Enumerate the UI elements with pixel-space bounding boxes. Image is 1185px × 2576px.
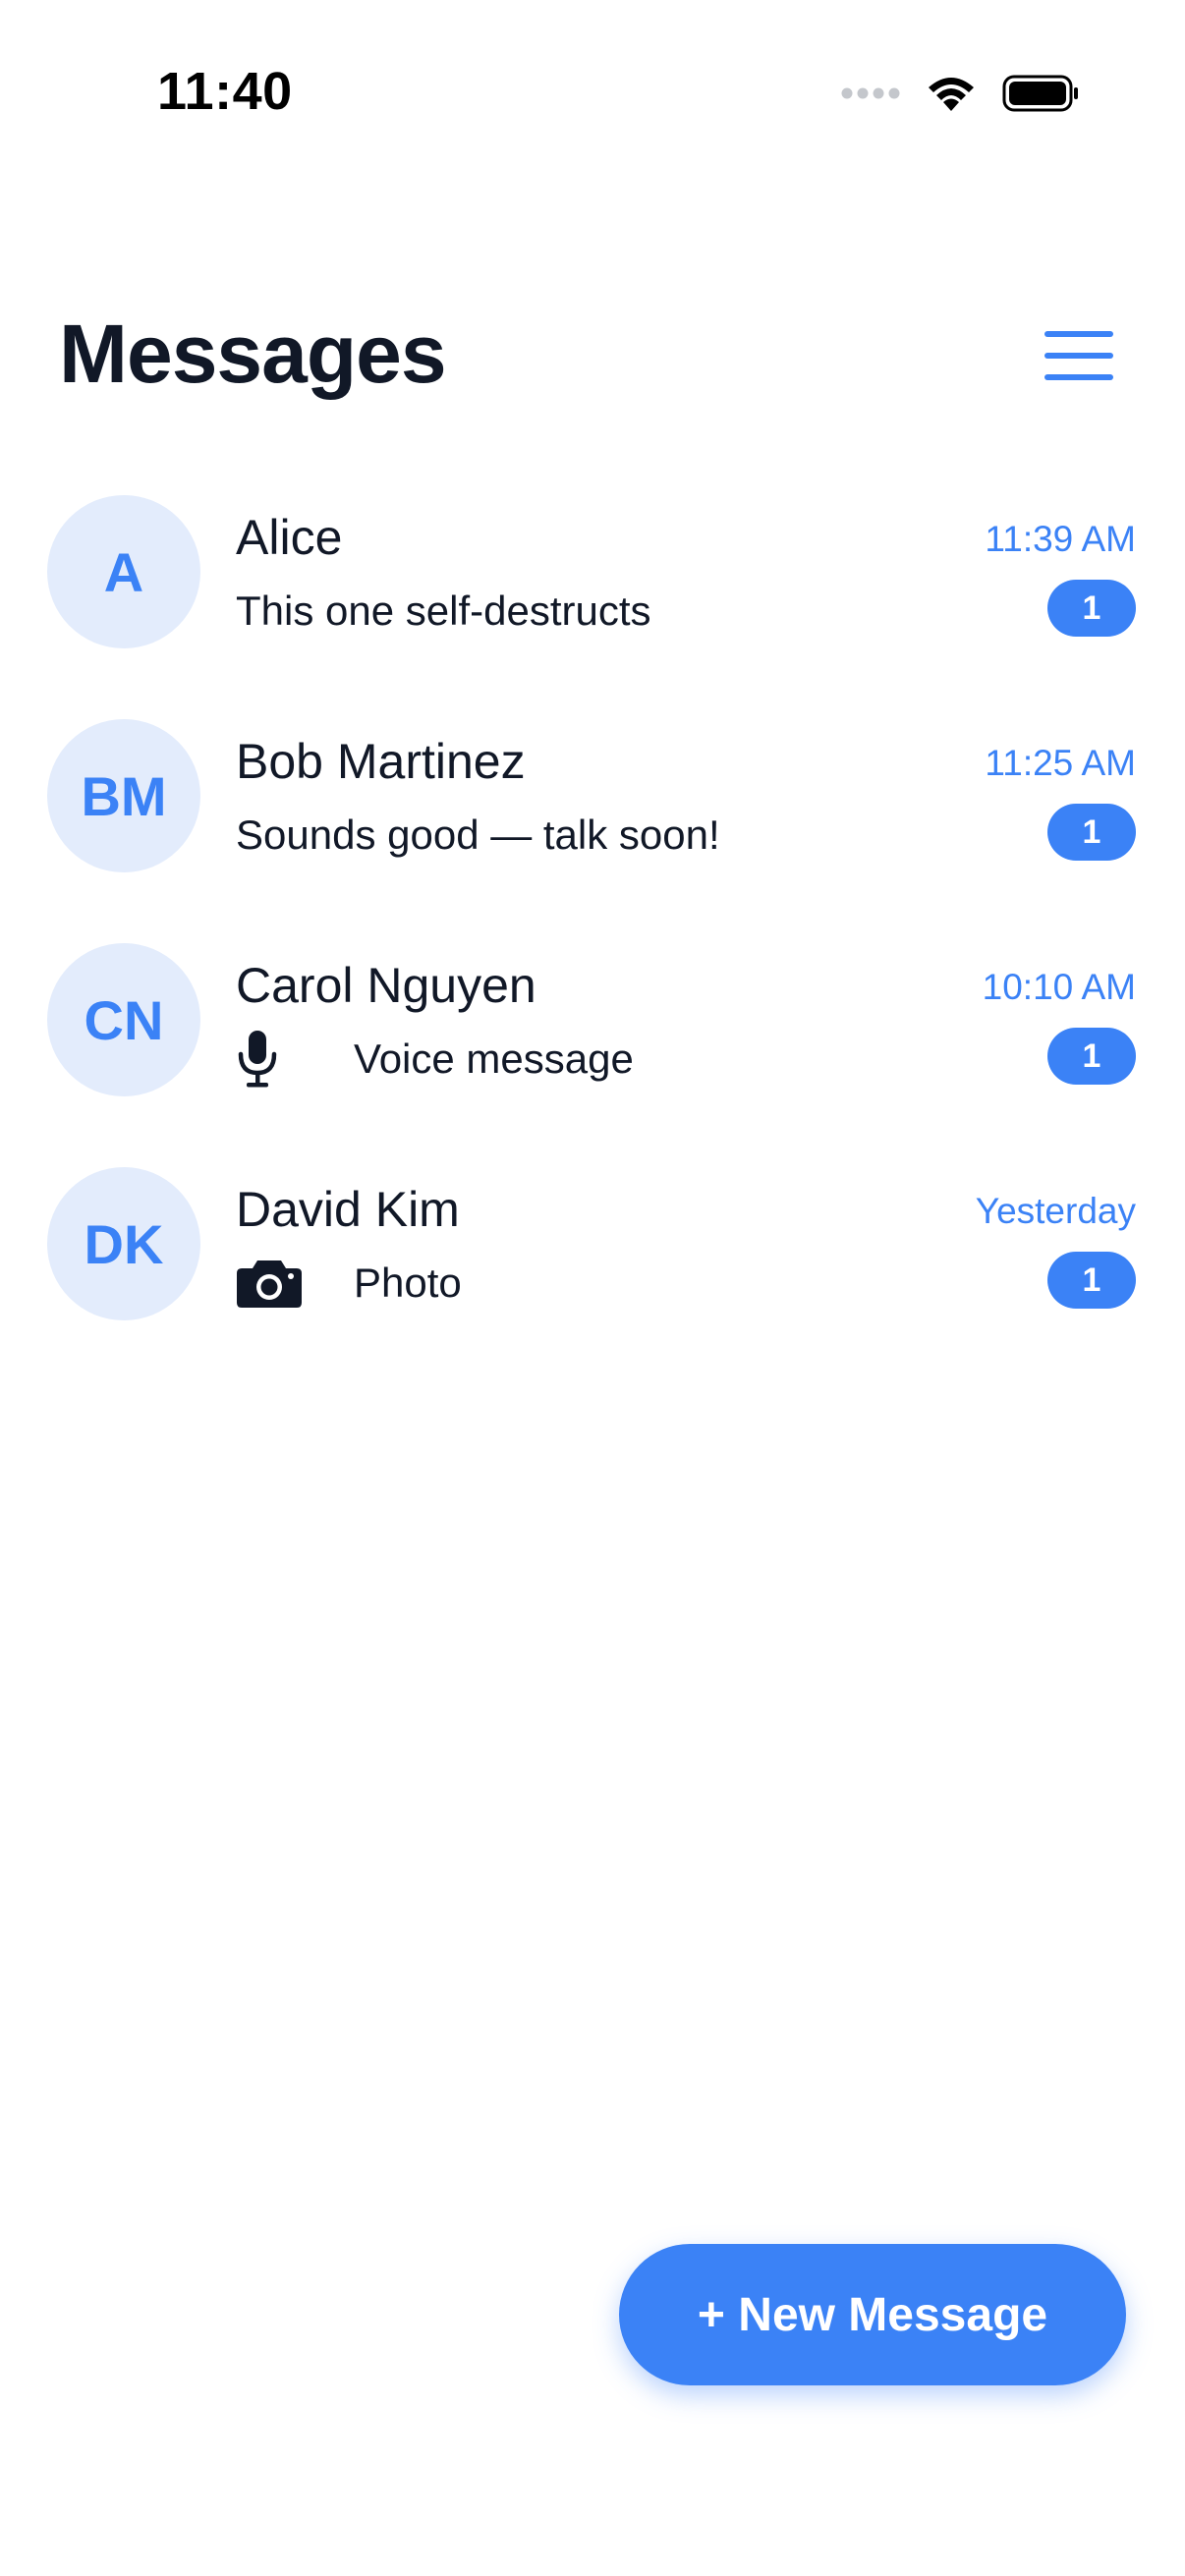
new-message-button[interactable]: + New Message xyxy=(619,2244,1126,2385)
avatar-initials: A xyxy=(103,540,144,603)
timestamp: 11:25 AM xyxy=(985,743,1136,783)
avatar: DK xyxy=(47,1167,200,1320)
conversation-row[interactable]: CN Carol Nguyen Voice message 10:10 AM 1 xyxy=(0,931,1185,1155)
avatar-initials: CN xyxy=(84,988,164,1051)
message-preview: Sounds good — talk soon! xyxy=(236,806,720,865)
contact-name: Bob Martinez xyxy=(236,734,526,789)
battery-icon xyxy=(1002,74,1081,118)
menu-button[interactable] xyxy=(1032,318,1126,397)
contact-name: Alice xyxy=(236,510,343,565)
timestamp: 11:39 AM xyxy=(985,519,1136,559)
hamburger-menu-icon xyxy=(1043,329,1115,387)
signal-dots-icon xyxy=(841,86,900,105)
unread-badge: 1 xyxy=(1047,580,1136,637)
conversation-row[interactable]: A Alice This one self-destructs 11:39 AM… xyxy=(0,483,1185,707)
preview-text: Photo xyxy=(354,1260,462,1306)
contact-name: David Kim xyxy=(236,1182,460,1237)
message-preview: This one self-destructs xyxy=(236,582,651,641)
unread-badge: 1 xyxy=(1047,804,1136,861)
status-bar: 11:40 xyxy=(0,0,1185,196)
conversation-row[interactable]: DK David Kim Photo Yesterday 1 xyxy=(0,1155,1185,1379)
avatar: CN xyxy=(47,943,200,1096)
status-icons xyxy=(841,71,1081,120)
conversation-row[interactable]: BM Bob Martinez Sounds good — talk soon!… xyxy=(0,707,1185,931)
contact-name: Carol Nguyen xyxy=(236,958,536,1013)
message-preview: Voice message xyxy=(236,1030,634,1089)
header: Messages xyxy=(0,285,1185,422)
avatar: BM xyxy=(47,719,200,872)
conversation-list: A Alice This one self-destructs 11:39 AM… xyxy=(0,483,1185,1379)
microphone-icon xyxy=(236,1029,305,1090)
timestamp: 10:10 AM xyxy=(982,967,1136,1007)
unread-badge: 1 xyxy=(1047,1252,1136,1309)
wifi-icon xyxy=(926,74,977,118)
unread-badge: 1 xyxy=(1047,1028,1136,1085)
avatar-initials: DK xyxy=(84,1212,164,1275)
page-title: Messages xyxy=(59,308,447,400)
timestamp: Yesterday xyxy=(975,1191,1136,1231)
preview-text: Voice message xyxy=(354,1036,634,1082)
avatar-initials: BM xyxy=(81,764,167,827)
message-preview: Photo xyxy=(236,1254,462,1313)
preview-text: This one self-destructs xyxy=(236,588,651,634)
preview-text: Sounds good — talk soon! xyxy=(236,812,720,858)
status-time: 11:40 xyxy=(157,62,293,121)
avatar: A xyxy=(47,495,200,648)
camera-icon xyxy=(236,1253,305,1314)
